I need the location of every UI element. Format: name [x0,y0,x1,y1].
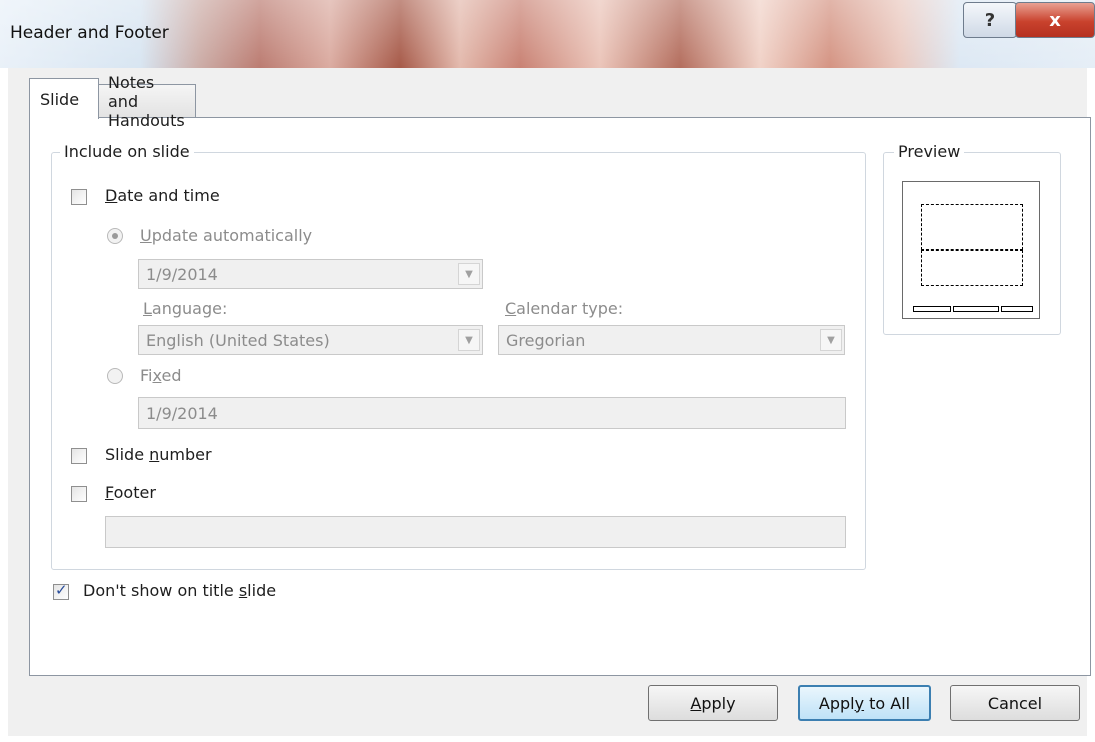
footer-label: Footer [105,483,156,502]
dont-show-on-title-slide-label: Don't show on title slide [83,581,277,600]
slide-preview [902,181,1040,319]
chevron-down-icon: ▼ [820,329,842,351]
include-group-legend: Include on slide [60,142,194,161]
cancel-button-label: Cancel [987,693,1043,713]
date-format-value: 1/9/2014 [146,264,218,284]
slide-number-label: Slide number [105,445,212,464]
apply-to-all-button[interactable]: Apply to All [798,685,931,721]
preview-title-placeholder [921,204,1023,250]
fixed-radio[interactable] [107,368,123,384]
date-time-label: Date and time [105,186,220,205]
language-value: English (United States) [146,330,330,350]
calendar-type-combo[interactable]: Gregorian ▼ [498,325,845,355]
apply-button[interactable]: Apply [648,685,778,721]
tab-slide-label: Slide [40,89,80,109]
help-button[interactable]: ? [963,2,1017,38]
tab-notes-and-handouts[interactable]: Notes and Handouts [97,73,196,130]
language-label: Language: [143,299,228,318]
date-time-checkbox[interactable] [71,189,87,205]
chevron-down-icon: ▼ [458,329,480,351]
footer-text-input[interactable] [105,516,846,548]
apply-button-label: Apply [690,693,736,713]
preview-footer-placeholder [953,306,999,312]
fixed-date-input[interactable]: 1/9/2014 [138,397,846,429]
cancel-button[interactable]: Cancel [950,685,1080,721]
dont-show-on-title-slide-checkbox[interactable] [53,581,69,600]
calendar-type-label: Calendar type: [505,299,624,318]
header-footer-dialog: Header and Footer ? x Slide Notes and Ha… [0,0,1095,742]
close-icon: x [1049,9,1061,31]
apply-to-all-button-label: Apply to All [818,693,911,713]
update-automatically-radio[interactable] [107,228,123,244]
tab-notes-label: Notes and Handouts [108,72,185,130]
slide-number-checkbox[interactable] [71,448,87,464]
help-icon: ? [984,9,996,31]
update-automatically-label: Update automatically [140,226,313,245]
preview-legend: Preview [894,142,965,161]
language-combo[interactable]: English (United States) ▼ [138,325,483,355]
include-on-slide-group: Include on slide [51,142,866,570]
date-format-combo[interactable]: 1/9/2014 ▼ [138,259,483,289]
title-bar[interactable]: Header and Footer ? x [0,0,1095,68]
preview-number-placeholder [1001,306,1033,312]
preview-content-placeholder [921,250,1023,286]
calendar-type-value: Gregorian [506,330,586,350]
footer-checkbox[interactable] [71,486,87,502]
fixed-date-value: 1/9/2014 [146,403,218,423]
close-button[interactable]: x [1015,2,1095,38]
tab-slide[interactable]: Slide [29,78,99,119]
dialog-title: Header and Footer [10,23,169,43]
preview-date-placeholder [913,306,951,312]
chevron-down-icon: ▼ [458,263,480,285]
fixed-label: Fixed [140,366,182,385]
